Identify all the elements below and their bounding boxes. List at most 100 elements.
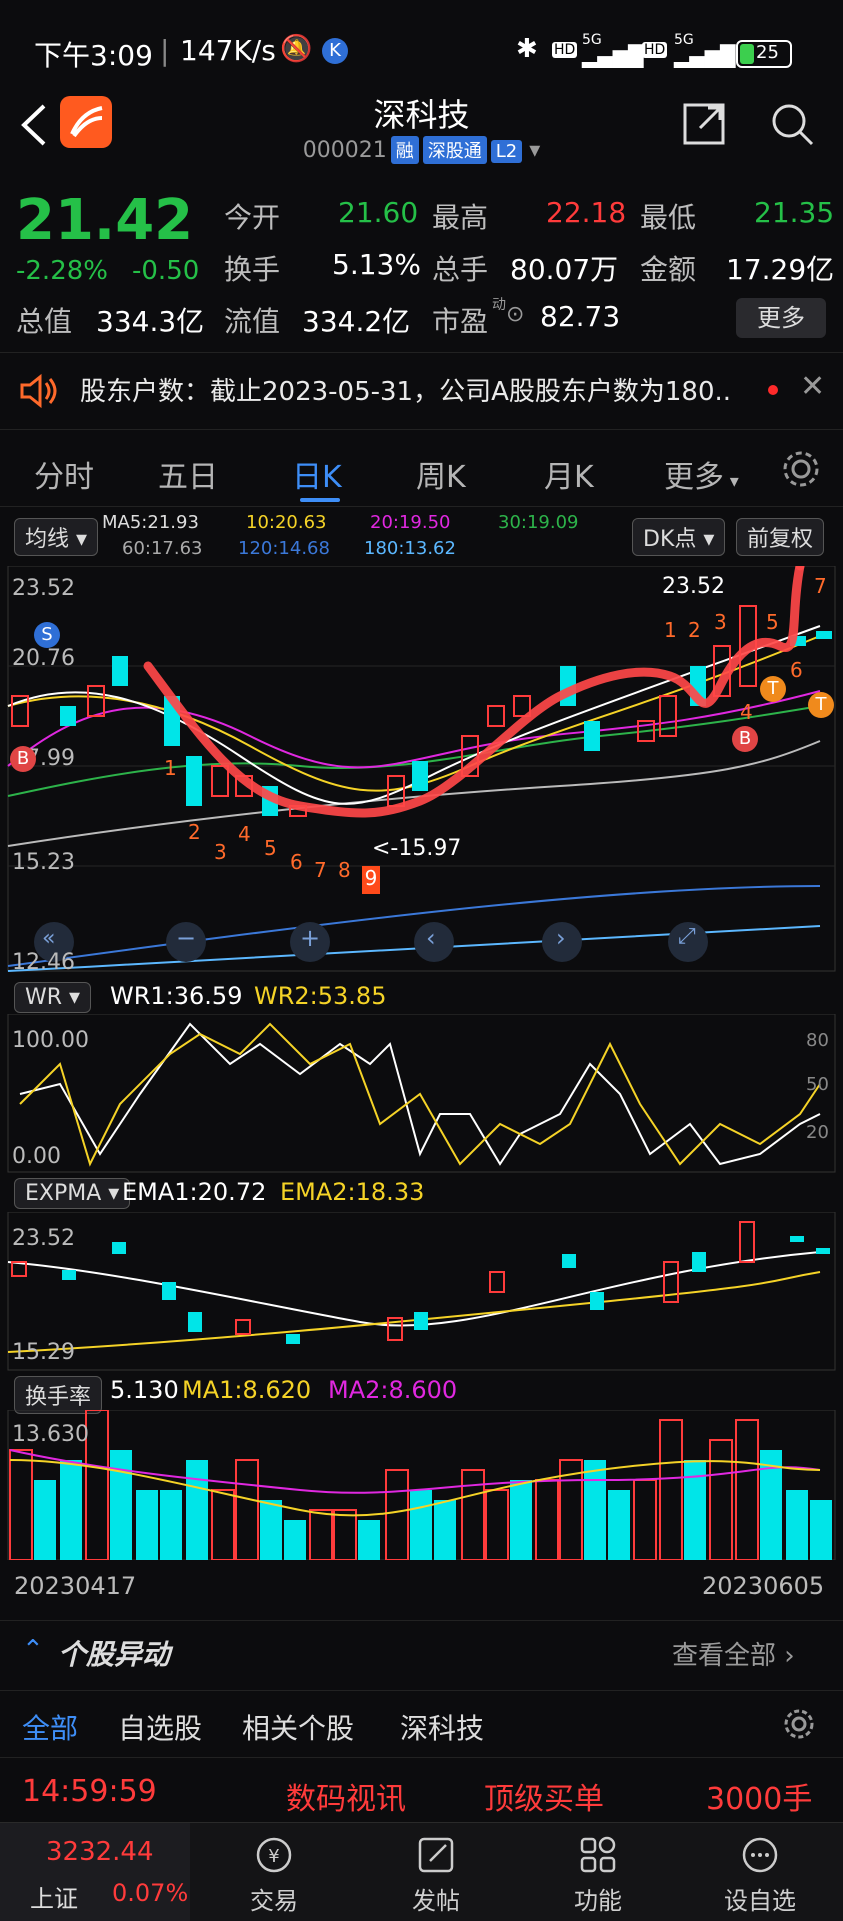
collapse-icon[interactable]: ⌃ <box>22 1635 44 1665</box>
network-speed: 147K/s <box>180 34 276 67</box>
bluetooth-icon: ✱ <box>516 34 538 64</box>
expma-chart <box>7 1212 836 1371</box>
pe-value: 82.73 <box>540 300 621 333</box>
dk-point-button[interactable]: DK点 ▾ <box>632 518 726 556</box>
seq-7: 7 <box>314 858 327 882</box>
ma-selector[interactable]: 均线 ▾ <box>14 518 99 556</box>
more-dots-icon <box>742 1837 778 1873</box>
candle-group <box>11 605 832 817</box>
buy-signal-right[interactable]: B <box>732 726 758 752</box>
seq-right-2: 2 <box>688 618 701 642</box>
view-all-link[interactable]: 查看全部 › <box>672 1635 795 1672</box>
abnormal-settings-icon[interactable] <box>782 1707 816 1741</box>
expma-axis-bottom: 15.29 <box>12 1340 75 1365</box>
move-right-icon[interactable]: › <box>556 924 566 952</box>
search-icon[interactable] <box>770 102 814 146</box>
index-ticker[interactable]: 3232.44 上证 0.07% <box>0 1823 190 1921</box>
mktcap-label: 总值 <box>16 305 73 338</box>
tab-daily-k[interactable]: 日K <box>292 452 342 496</box>
abnormal-tab-stock[interactable]: 深科技 <box>400 1707 484 1747</box>
signal-bars-icon-2: ▂▄▆█ <box>674 44 736 68</box>
abnormal-source: 数码视讯 <box>286 1782 406 1817</box>
tab-monthly-k[interactable]: 月K <box>544 452 594 496</box>
speaker-icon <box>20 373 57 409</box>
close-icon[interactable]: ✕ <box>800 369 825 404</box>
battery-level: 25 <box>756 42 779 63</box>
ma10-value: 10:20.63 <box>246 512 327 533</box>
turnover-selector[interactable]: 换手率 <box>14 1376 103 1414</box>
zoom-out-icon[interactable]: − <box>176 924 196 952</box>
price-axis-top: 23.52 <box>12 576 75 601</box>
move-left-icon[interactable]: ‹ <box>426 924 436 952</box>
tag-l2: L2 <box>490 140 523 163</box>
date-end: 20230605 <box>702 1572 825 1600</box>
seq-9: 9 <box>362 866 380 894</box>
abnormal-tab-related[interactable]: 相关个股 <box>242 1707 354 1747</box>
expma-name: EXPMA <box>25 1181 102 1206</box>
nav-watchlist[interactable]: 设自选 <box>700 1823 820 1916</box>
turnover-label: 换手 <box>224 253 281 286</box>
nav-function[interactable]: 功能 <box>538 1823 658 1916</box>
dk-label: DK点 <box>643 527 697 552</box>
wr-axis-bottom: 0.00 <box>12 1144 61 1169</box>
adjust-button[interactable]: 前复权 <box>736 518 825 556</box>
ma120-value: 120:14.68 <box>238 538 330 559</box>
hd-badge-2: HD <box>642 42 668 58</box>
high-value: 22.18 <box>546 196 627 229</box>
nav-post-label: 发帖 <box>412 1887 460 1915</box>
share-icon[interactable] <box>682 102 726 146</box>
tab-five-day[interactable]: 五日 <box>158 452 218 496</box>
abnormal-time: 14:59:59 <box>22 1774 157 1809</box>
seq-right-5: 5 <box>766 610 779 634</box>
grid-icon <box>580 1836 616 1873</box>
current-price: 21.42 <box>16 188 194 253</box>
high-label: 最高 <box>432 201 489 234</box>
index-value: 3232.44 <box>46 1837 154 1867</box>
news-ticker[interactable]: 股东户数：截止2023-05-31，公司A股股东户数为180.. ✕ <box>0 352 843 430</box>
index-name: 上证 <box>30 1885 78 1913</box>
seq-right-3: 3 <box>714 610 727 634</box>
tag-margin: 融 <box>390 136 419 164</box>
nav-trade-label: 交易 <box>250 1887 298 1915</box>
more-button[interactable]: 更多 <box>736 298 826 338</box>
zoom-in-icon[interactable]: + <box>300 924 320 952</box>
info-icon[interactable]: ⊙ <box>506 302 524 327</box>
volume-label: 总手 <box>432 253 489 286</box>
abnormal-tab-watchlist[interactable]: 自选股 <box>118 1707 202 1747</box>
scroll-left-icon[interactable]: « <box>42 926 55 951</box>
tab-weekly-k[interactable]: 周K <box>416 452 466 496</box>
open-value: 21.60 <box>338 196 419 229</box>
unread-dot <box>768 385 778 395</box>
t-signal-2[interactable]: T <box>808 692 834 718</box>
abnormal-row[interactable]: 14:59:59 数码视讯 顶级买单 3000手 <box>0 1770 843 1820</box>
high-marker: 23.52 <box>662 574 725 599</box>
wr-ref-50: 50 <box>806 1074 829 1095</box>
tab-more[interactable]: 更多 ▾ <box>664 452 739 496</box>
tab-intraday[interactable]: 分时 <box>34 452 94 496</box>
mktcap-value: 334.3亿 <box>96 305 205 338</box>
abnormal-tab-all[interactable]: 全部 <box>22 1707 78 1747</box>
seq-2: 2 <box>188 820 201 844</box>
wr-ref-80: 80 <box>806 1030 829 1051</box>
ema1-value: EMA1:20.72 <box>122 1178 267 1206</box>
signal-bars-icon-1: ▂▄▆█ <box>582 44 644 68</box>
settings-icon[interactable] <box>780 448 822 490</box>
seq-8: 8 <box>338 858 351 882</box>
chevron-down-icon[interactable]: ▾ <box>529 138 540 163</box>
wr-selector[interactable]: WR ▾ <box>14 982 92 1013</box>
stock-header: 深科技 000021 融深股通 L2 ▾ <box>0 80 843 170</box>
wr-chart <box>7 1014 836 1173</box>
expma-selector[interactable]: EXPMA ▾ <box>14 1178 131 1209</box>
ma20-value: 20:19.50 <box>370 512 451 533</box>
sell-signal[interactable]: S <box>34 622 60 648</box>
turnover-chart <box>7 1410 836 1560</box>
turnover-ma2: MA2:8.600 <box>328 1376 458 1404</box>
turnover-value: 5.13% <box>332 248 421 281</box>
buy-signal-left[interactable]: B <box>10 746 36 772</box>
nav-post[interactable]: 发帖 <box>376 1823 496 1916</box>
news-text: 股东户数：截止2023-05-31，公司A股股东户数为180.. <box>80 377 732 407</box>
fullscreen-icon[interactable]: ⤢ <box>678 924 696 949</box>
pe-label: 市盈 <box>432 305 489 338</box>
t-signal-1[interactable]: T <box>760 676 786 702</box>
nav-trade[interactable]: ¥ 交易 <box>214 1823 334 1916</box>
